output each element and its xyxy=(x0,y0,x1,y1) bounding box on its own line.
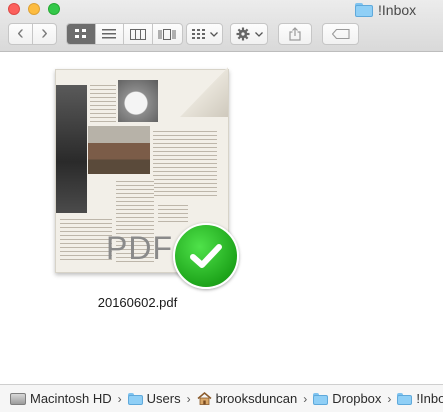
path-separator: › xyxy=(303,391,308,406)
finder-window: !Inbox ‹ › PDF 20160602.pdf Macintosh HD… xyxy=(0,0,443,412)
list-view-button[interactable] xyxy=(96,24,125,44)
path-item-inbox[interactable]: !Inbox xyxy=(397,391,443,406)
back-button[interactable]: ‹ xyxy=(8,23,33,45)
toolbar: !Inbox ‹ › xyxy=(0,0,443,52)
zoom-window-button[interactable] xyxy=(48,3,60,15)
close-window-button[interactable] xyxy=(8,3,20,15)
article-text-col1 xyxy=(60,216,112,262)
tags-button[interactable] xyxy=(322,23,359,45)
columns-icon xyxy=(129,28,146,40)
article-photo-dark xyxy=(56,85,87,213)
window-title: !Inbox xyxy=(355,1,416,19)
article-photo-building xyxy=(88,126,150,174)
file-item[interactable]: PDF 20160602.pdf xyxy=(50,67,245,317)
checkmark-icon xyxy=(190,244,222,268)
path-item-brooksduncan[interactable]: brooksduncan xyxy=(197,391,298,406)
arrange-button[interactable] xyxy=(186,23,223,45)
grid-icon xyxy=(74,29,86,38)
path-separator: › xyxy=(117,391,122,406)
cover-flow-icon xyxy=(158,28,176,40)
minimize-window-button[interactable] xyxy=(28,3,40,15)
file-browser-area[interactable]: PDF 20160602.pdf xyxy=(0,52,443,384)
folder-icon xyxy=(397,392,413,405)
chevron-down-icon xyxy=(209,31,218,37)
window-title-text: !Inbox xyxy=(378,2,417,18)
article-text-right xyxy=(153,128,217,198)
path-separator: › xyxy=(186,391,191,406)
pdf-label: PDF xyxy=(106,230,173,266)
hard-drive-icon xyxy=(10,392,26,405)
path-item-dropbox[interactable]: Dropbox xyxy=(313,391,381,406)
path-item-users[interactable]: Users xyxy=(127,391,181,406)
view-mode-segment xyxy=(66,23,183,45)
path-item-label: brooksduncan xyxy=(215,391,298,406)
column-view-button[interactable] xyxy=(124,24,153,44)
path-item-macintosh-hd[interactable]: Macintosh HD xyxy=(10,391,112,406)
path-item-label: Users xyxy=(146,391,181,406)
file-name[interactable]: 20160602.pdf xyxy=(50,295,225,310)
folder-icon xyxy=(355,3,373,17)
path-bar: Macintosh HD › Users › brooksduncan › Dr… xyxy=(0,384,443,412)
path-item-label: Macintosh HD xyxy=(30,391,112,406)
gear-icon xyxy=(236,27,249,41)
path-separator: › xyxy=(387,391,392,406)
folder-icon xyxy=(127,392,143,405)
home-icon xyxy=(197,392,212,405)
chevron-down-icon xyxy=(254,31,263,37)
list-icon xyxy=(102,29,117,39)
arrange-grid-icon xyxy=(191,29,205,39)
icon-view-button[interactable] xyxy=(67,24,96,44)
share-button[interactable] xyxy=(278,23,312,45)
chevron-left-icon: ‹ xyxy=(17,22,24,44)
forward-button[interactable]: › xyxy=(32,23,57,45)
cover-flow-view-button[interactable] xyxy=(153,24,182,44)
path-item-label: !Inbox xyxy=(416,391,443,406)
action-button[interactable] xyxy=(230,23,268,45)
share-icon xyxy=(289,27,301,41)
tag-icon xyxy=(331,29,350,39)
article-text-top xyxy=(90,82,116,122)
checkmark-badge-icon xyxy=(173,223,239,289)
dropbox-folder-icon xyxy=(313,392,329,405)
chevron-right-icon: › xyxy=(41,22,48,44)
path-item-label: Dropbox xyxy=(332,391,382,406)
article-text-col3 xyxy=(158,202,188,224)
article-photo-rabbit xyxy=(118,80,158,122)
